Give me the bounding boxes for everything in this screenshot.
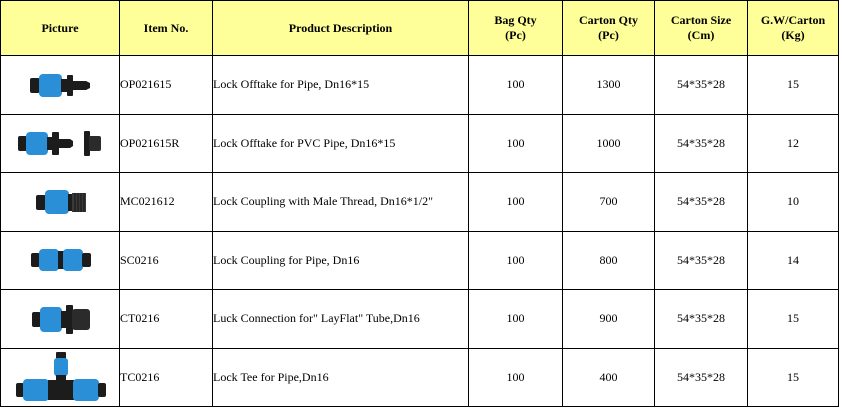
- bag-qty-cell: 100: [468, 172, 563, 232]
- item-no-cell: SC0216: [119, 230, 213, 290]
- gw-cell: 15: [747, 289, 839, 349]
- picture-cell: [0, 55, 120, 115]
- header-carton-size: Carton Size (Cm): [654, 0, 748, 56]
- carton-qty-cell: 700: [562, 172, 655, 232]
- carton-qty-cell: 900: [562, 289, 655, 349]
- bag-qty-cell: 100: [468, 347, 563, 407]
- table-row: MC021612 Lock Coupling with Male Thread,…: [0, 172, 839, 232]
- picture-cell: [0, 172, 120, 232]
- header-bag-qty: Bag Qty (Pc): [468, 0, 563, 56]
- header-gw: G.W/Carton (Kg): [747, 0, 839, 56]
- item-no-cell: OP021615: [119, 55, 213, 115]
- gw-cell: 15: [747, 55, 839, 115]
- bag-qty-cell: 100: [468, 55, 563, 115]
- picture-cell: [0, 289, 120, 349]
- header-carton-size-label: Carton Size: [670, 13, 732, 27]
- carton-size-cell: 54*35*28: [654, 347, 748, 407]
- lock-coupling-icon: [31, 249, 91, 272]
- carton-size-cell: 54*35*28: [654, 55, 748, 115]
- product-table: Picture Item No. Product Description Bag…: [0, 0, 839, 407]
- header-item-no: Item No.: [119, 0, 213, 56]
- lock-coupling-male-thread-icon: [36, 189, 86, 214]
- header-carton-size-unit: (Cm): [687, 28, 715, 42]
- table-row: TC0216 Lock Tee for Pipe,Dn16 100 400 54…: [0, 347, 839, 407]
- bag-qty-cell: 100: [468, 113, 563, 173]
- description-cell: Lock Offtake for Pipe, Dn16*15: [212, 55, 469, 115]
- lock-offtake-fitting-icon: [30, 73, 90, 97]
- header-gw-label: G.W/Carton: [760, 13, 826, 27]
- header-description: Product Description: [212, 0, 469, 56]
- table-row: OP021615R Lock Offtake for PVC Pipe, Dn1…: [0, 113, 839, 173]
- layflat-connection-icon: [32, 304, 90, 334]
- header-carton-qty: Carton Qty (Pc): [562, 0, 655, 56]
- carton-qty-cell: 1000: [562, 113, 655, 173]
- carton-qty-cell: 1300: [562, 55, 655, 115]
- picture-cell: [0, 230, 120, 290]
- carton-size-cell: 54*35*28: [654, 289, 748, 349]
- bag-qty-cell: 100: [468, 230, 563, 290]
- item-no-cell: OP021615R: [119, 113, 213, 173]
- gw-cell: 15: [747, 347, 839, 407]
- item-no-cell: CT0216: [119, 289, 213, 349]
- carton-qty-cell: 800: [562, 230, 655, 290]
- table-row: CT0216 Luck Connection for" LayFlat" Tub…: [0, 289, 839, 349]
- gw-cell: 14: [747, 230, 839, 290]
- description-cell: Luck Connection for" LayFlat" Tube,Dn16: [212, 289, 469, 349]
- lock-offtake-pvc-fitting-icon: [18, 131, 101, 157]
- carton-qty-cell: 400: [562, 347, 655, 407]
- gw-cell: 10: [747, 172, 839, 232]
- table-row: OP021615 Lock Offtake for Pipe, Dn16*15 …: [0, 55, 839, 115]
- header-bag-qty-label: Bag Qty: [494, 13, 537, 27]
- description-cell: Lock Tee for Pipe,Dn16: [212, 347, 469, 407]
- picture-cell: [0, 347, 120, 407]
- header-carton-qty-unit: (Pc): [598, 28, 619, 42]
- item-no-cell: MC021612: [119, 172, 213, 232]
- header-picture: Picture: [0, 0, 120, 56]
- description-cell: Lock Coupling with Male Thread, Dn16*1/2…: [212, 172, 469, 232]
- item-no-cell: TC0216: [119, 347, 213, 407]
- header-bag-qty-unit: (Pc): [505, 28, 526, 42]
- description-cell: Lock Coupling for Pipe, Dn16: [212, 230, 469, 290]
- header-carton-qty-label: Carton Qty: [579, 13, 638, 27]
- carton-size-cell: 54*35*28: [654, 113, 748, 173]
- header-row: Picture Item No. Product Description Bag…: [0, 0, 839, 56]
- header-gw-unit: (Kg): [781, 28, 805, 42]
- table-row: SC0216 Lock Coupling for Pipe, Dn16 100 …: [0, 230, 839, 290]
- description-cell: Lock Offtake for PVC Pipe, Dn16*15: [212, 113, 469, 173]
- carton-size-cell: 54*35*28: [654, 230, 748, 290]
- gw-cell: 12: [747, 113, 839, 173]
- carton-size-cell: 54*35*28: [654, 172, 748, 232]
- picture-cell: [0, 113, 120, 173]
- lock-tee-icon: [16, 352, 106, 402]
- bag-qty-cell: 100: [468, 289, 563, 349]
